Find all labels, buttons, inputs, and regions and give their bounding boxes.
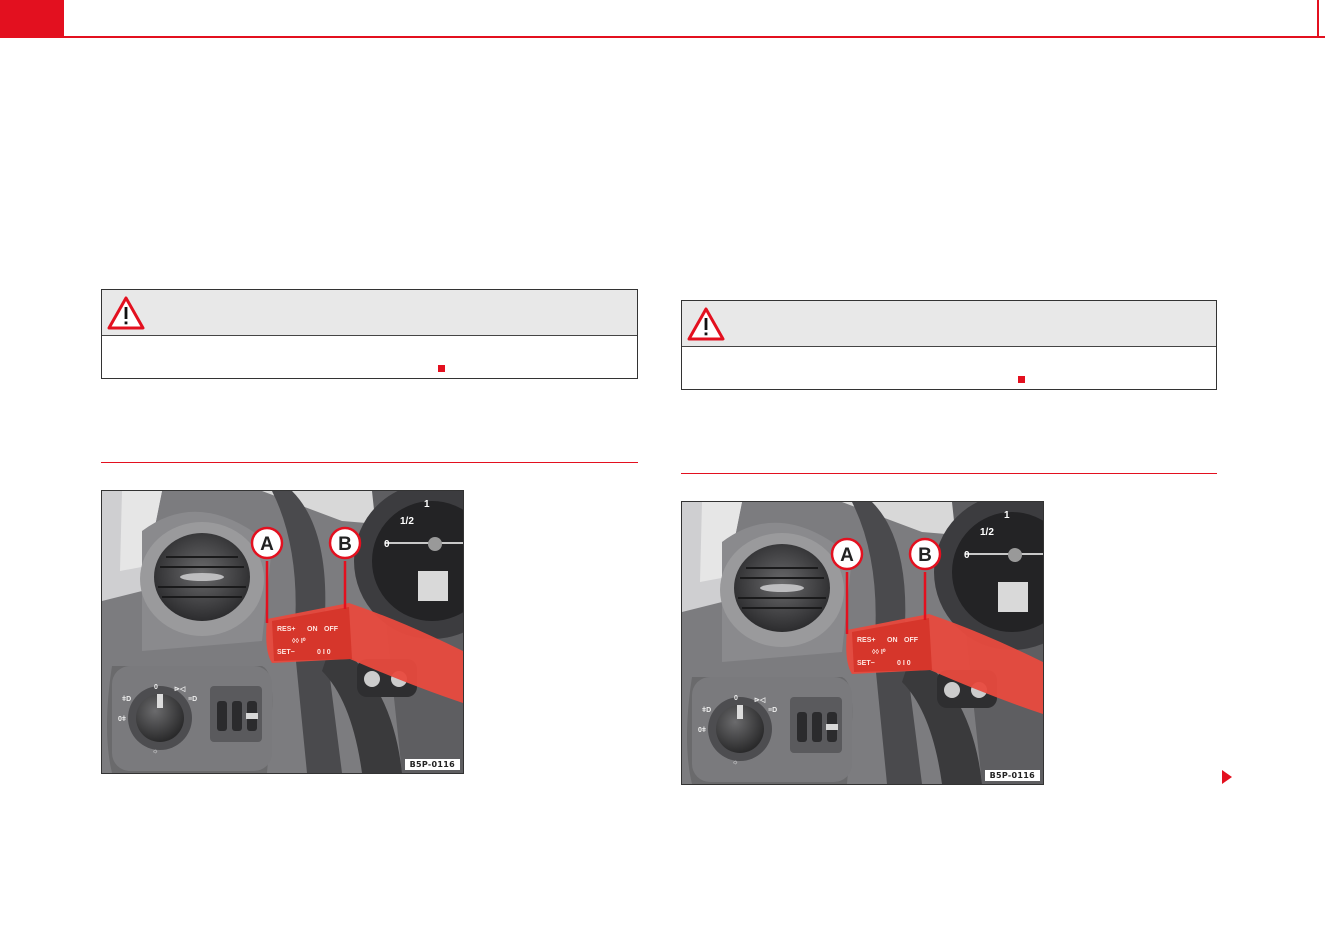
svg-text:ǂD: ǂD [702,707,711,714]
svg-text:⊳◁: ⊳◁ [174,686,186,693]
callout-b-label: B [918,545,932,566]
section-rule-right [681,473,1217,474]
svg-text:RES+: RES+ [277,626,295,633]
warning-box-left [101,289,638,379]
figure-cruise-control-left: 0 1/2 1 RES+ ON OFF ◊◊ I⁰ SET− 0 I 0 0 ⊳◁ ≡D … [101,490,464,774]
svg-text:1: 1 [1004,510,1010,521]
svg-text:SET−: SET− [277,649,295,656]
svg-text:1/2: 1/2 [980,527,994,538]
callout-a-label: A [840,545,854,566]
header-rule [0,36,1325,38]
svg-text:SET−: SET− [857,660,875,667]
warning-header [682,301,1216,347]
warning-triangle-icon [107,296,145,330]
next-page-arrow-icon[interactable] [1221,770,1233,784]
svg-text:1/2: 1/2 [400,516,414,527]
svg-text:ON: ON [887,637,898,644]
figure-code: B5P-0116 [404,759,460,770]
svg-text:☼: ☼ [152,748,158,755]
header-edge [1317,0,1319,38]
svg-text:0: 0 [154,684,158,691]
svg-text:ON: ON [307,626,318,633]
header-tab [0,0,64,37]
warning-triangle-icon [687,307,725,341]
svg-text:0ǂ: 0ǂ [698,727,706,734]
figure-code: B5P-0116 [984,770,1040,781]
warning-header [102,290,637,336]
svg-text:◊◊ I⁰: ◊◊ I⁰ [872,648,886,656]
section-rule-left [101,462,638,463]
svg-text:RES+: RES+ [857,637,875,644]
warning-box-right [681,300,1217,390]
svg-text:≡D: ≡D [188,696,197,703]
figure-cruise-control-right: 0 1/2 1 RES+ ON OFF ◊◊ I⁰ SET− 0 I 0 0 ⊳◁ ≡D … [681,501,1044,785]
callout-b-label: B [338,534,352,555]
svg-text:0 I 0: 0 I 0 [317,649,331,656]
svg-text:1: 1 [424,499,430,510]
svg-text:OFF: OFF [904,637,919,644]
svg-text:0: 0 [384,539,390,550]
svg-text:ǂD: ǂD [122,696,131,703]
svg-text:0ǂ: 0ǂ [118,716,126,723]
svg-text:0: 0 [964,550,970,561]
end-marker [1018,376,1025,383]
svg-text:≡D: ≡D [768,707,777,714]
callout-a-label: A [260,534,274,555]
svg-text:0: 0 [734,695,738,702]
svg-text:⊳◁: ⊳◁ [754,697,766,704]
svg-text:☼: ☼ [732,759,738,766]
svg-text:0 I 0: 0 I 0 [897,660,911,667]
svg-text:◊◊ I⁰: ◊◊ I⁰ [292,637,306,645]
svg-text:OFF: OFF [324,626,339,633]
end-marker [438,365,445,372]
